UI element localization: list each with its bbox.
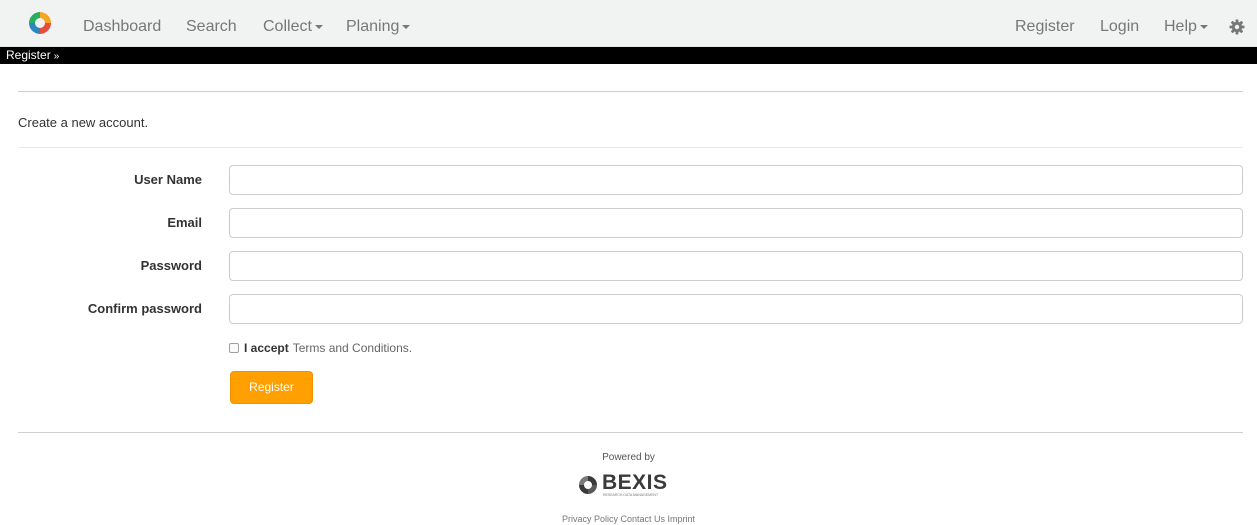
caret-down-icon [314,24,323,29]
divider [18,91,1243,92]
nav-dashboard-label: Dashboard [83,18,162,35]
nav-help-label: Help [1164,18,1197,35]
user-name-input[interactable] [229,165,1243,195]
user-name-label: User Name [134,172,202,187]
form-intro: Create a new account. [18,115,149,130]
nav-register-label: Register [1015,18,1075,35]
breadcrumb-label: Register [6,48,51,62]
bexis-logo-icon [579,476,597,494]
footer-link-privacy[interactable]: Privacy Policy [562,514,618,524]
breadcrumb-register[interactable]: Register» [6,48,59,64]
email-label: Email [167,215,202,230]
nav-planing-dropdown[interactable]: Planing [346,17,411,37]
accept-label: I accept [244,341,289,355]
powered-by-label: Powered by [602,452,655,463]
nav-login-label: Login [1100,18,1140,35]
register-button[interactable]: Register [230,371,313,404]
footer-links: Privacy Policy Contact Us Imprint [0,514,1257,524]
nav-planing-label: Planing [346,18,400,35]
nav-dashboard[interactable]: Dashboard [83,17,161,37]
nav-help-dropdown[interactable]: Help [1164,17,1208,37]
terms-checkbox[interactable] [229,343,239,353]
confirm-password-label: Confirm password [87,301,202,316]
footer-link-contact[interactable]: Contact Us [620,514,665,524]
confirm-password-input[interactable] [229,294,1243,324]
top-navbar: Dashboard Search Collect Planing Registe… [0,0,1257,47]
nav-collect-label: Collect [263,18,312,35]
footer-link-imprint[interactable]: Imprint [668,514,696,524]
nav-search[interactable]: Search [186,17,237,37]
divider [18,432,1243,433]
gear-icon[interactable] [1229,19,1245,35]
bexis-tagline: RESEARCH DATA MANAGEMENT [603,493,659,497]
nav-login[interactable]: Login [1100,17,1139,37]
password-input[interactable] [229,251,1243,281]
caret-down-icon [402,24,411,29]
bexis-logo[interactable]: BEXIS RESEARCH DATA MANAGEMENT [578,471,684,499]
nav-register[interactable]: Register [1015,17,1075,37]
terms-link[interactable]: Terms and Conditions. [293,341,412,355]
divider [18,147,1243,148]
email-input[interactable] [229,208,1243,238]
terms-acceptance: I accept Terms and Conditions. [229,341,412,355]
breadcrumb-bar: Register» [0,47,1257,64]
double-chevron-down-icon: » [53,51,60,62]
app-logo-icon[interactable] [28,11,52,35]
nav-collect-dropdown[interactable]: Collect [263,17,323,37]
bexis-wordmark: BEXIS [602,471,668,494]
password-label: Password [140,258,202,273]
caret-down-icon [1199,24,1208,29]
nav-search-label: Search [186,18,237,35]
